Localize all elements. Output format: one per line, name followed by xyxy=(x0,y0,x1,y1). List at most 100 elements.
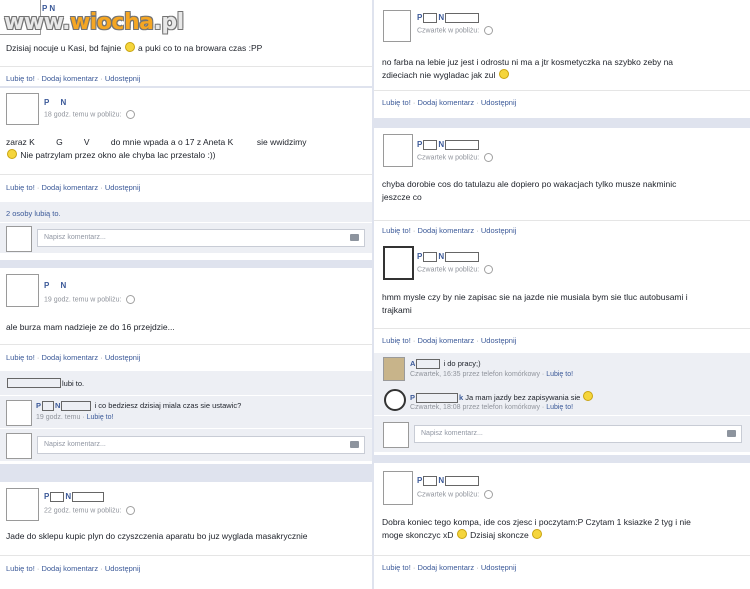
avatar[interactable] xyxy=(6,400,32,426)
globe-icon xyxy=(484,153,494,162)
post-actions: Lubię to! · Dodaj komentarz · Udostępnij xyxy=(382,336,517,345)
post-text: hmm mysle czy by nie zapisac sie na jazd… xyxy=(382,291,688,317)
post-text-line: chyba dorobie cos do tatulazu ale dopier… xyxy=(382,179,677,189)
like-link[interactable]: Lubię to! xyxy=(6,74,35,83)
comment-like-link[interactable]: Lubię to! xyxy=(87,414,114,421)
post-3: P N 19 godz. temu w pobliżu: ale burza m… xyxy=(0,268,372,464)
like-link[interactable]: Lubię to! xyxy=(382,226,411,235)
avatar[interactable] xyxy=(383,357,405,381)
watermark-logo: www.wiocha.pl xyxy=(4,10,184,35)
post-meta: 19 godz. temu w pobliżu: xyxy=(44,295,136,304)
avatar[interactable] xyxy=(383,471,413,505)
like-link[interactable]: Lubię to! xyxy=(382,336,411,345)
avatar[interactable] xyxy=(383,246,414,280)
comment-text: PN i co bedziesz dzisiaj miala czas sie … xyxy=(36,401,242,412)
avatar[interactable] xyxy=(384,389,406,411)
globe-icon xyxy=(484,26,494,35)
comment-like-link[interactable]: Lubię to! xyxy=(546,404,573,411)
globe-icon xyxy=(484,265,494,274)
smiley-icon xyxy=(7,149,17,159)
comment-meta: Czwartek, 18:08 przez telefon komórkowy … xyxy=(410,404,574,411)
comment-box: Napisz komentarz... xyxy=(0,223,372,253)
comment-meta: Czwartek, 16:35 przez telefon komórkowy … xyxy=(410,371,574,378)
share-link[interactable]: Udostępnij xyxy=(105,183,140,192)
post-r3: PN Czwartek w pobliżu: hmm mysle czy by … xyxy=(374,240,750,455)
comment-input[interactable]: Napisz komentarz... xyxy=(37,436,365,454)
post-actions: Lubię to! · Dodaj komentarz · Udostępnij xyxy=(6,564,141,573)
post-text: Jade do sklepu kupic plyn do czyszczenia… xyxy=(6,531,308,541)
like-link[interactable]: Lubię to! xyxy=(6,353,35,362)
like-link[interactable]: Lubię to! xyxy=(382,563,411,572)
comment: Pk Ja mam jazdy bez zapisywania sie Czwa… xyxy=(374,383,750,415)
post-text-line: zaraz K G V do mnie wpada a o 17 z Aneta… xyxy=(6,137,307,147)
post-text: zaraz K G V do mnie wpada a o 17 z Aneta… xyxy=(6,136,368,162)
comment-link[interactable]: Dodaj komentarz xyxy=(41,564,98,573)
author-name[interactable]: PN xyxy=(417,13,480,23)
comment-input[interactable]: Napisz komentarz... xyxy=(37,229,365,247)
camera-icon[interactable] xyxy=(350,441,359,448)
smiley-icon xyxy=(124,42,135,52)
comment-box: Napisz komentarz... xyxy=(0,429,372,461)
comment-link[interactable]: Dodaj komentarz xyxy=(417,336,474,345)
likes-count-link[interactable]: 2 osoby lubią to. xyxy=(6,209,61,218)
author-name[interactable]: PN xyxy=(44,492,105,502)
like-link[interactable]: Lubię to! xyxy=(6,183,35,192)
comment-link[interactable]: Dodaj komentarz xyxy=(41,74,98,83)
avatar[interactable] xyxy=(383,10,411,42)
author-name[interactable]: PN xyxy=(417,252,480,262)
right-screenshot-column: PN Czwartek w pobliżu: no farba na lebie… xyxy=(374,0,750,589)
post-meta: 22 godz. temu w pobliżu: xyxy=(44,506,136,515)
likes-text: lubi to. xyxy=(62,379,85,388)
comment-text: A i do pracy;) xyxy=(410,359,481,370)
avatar[interactable] xyxy=(6,488,39,521)
post-text: Dobra koniec tego kompa, ide cos zjesc i… xyxy=(382,516,691,542)
comment-link[interactable]: Dodaj komentarz xyxy=(41,183,98,192)
comment: A i do pracy;) Czwartek, 16:35 przez tel… xyxy=(374,353,750,383)
post-actions: Lubię to! · Dodaj komentarz · Udostępnij xyxy=(382,563,517,572)
comment-link[interactable]: Dodaj komentarz xyxy=(41,353,98,362)
post-actions: Lubię to! · Dodaj komentarz · Udostępnij xyxy=(6,74,140,83)
author-name[interactable]: P N xyxy=(44,281,66,290)
comment-meta: 19 godz. temu · Lubię to! xyxy=(36,414,114,421)
avatar[interactable] xyxy=(6,93,39,125)
comment-link[interactable]: Dodaj komentarz xyxy=(417,98,474,107)
like-link[interactable]: Lubię to! xyxy=(382,98,411,107)
like-link[interactable]: Lubię to! xyxy=(6,564,35,573)
smiley-icon xyxy=(532,529,543,539)
post-2: P N 18 godz. temu w pobliżu: zaraz K G V… xyxy=(0,88,372,260)
post-text-part: Dzisiaj nocuje u Kasi, bd fajnie xyxy=(6,43,122,53)
smiley-icon xyxy=(456,529,467,539)
share-link[interactable]: Udostępnij xyxy=(481,98,516,107)
comment-link[interactable]: Dodaj komentarz xyxy=(417,226,474,235)
share-link[interactable]: Udostępnij xyxy=(105,74,140,83)
comment-link[interactable]: Dodaj komentarz xyxy=(417,563,474,572)
post-text-line: trajkami xyxy=(382,305,412,315)
comment-like-link[interactable]: Lubię to! xyxy=(546,371,573,378)
avatar[interactable] xyxy=(383,134,413,167)
avatar[interactable] xyxy=(6,274,39,307)
camera-icon[interactable] xyxy=(727,430,736,437)
share-link[interactable]: Udostępnij xyxy=(481,336,516,345)
post-text: chyba dorobie cos do tatulazu ale dopier… xyxy=(382,178,676,204)
left-screenshot-column: P N Dzisiaj nocuje u Kasi, bd fajnie a p… xyxy=(0,0,372,589)
share-link[interactable]: Udostępnij xyxy=(105,564,140,573)
post-text-line: Dobra koniec tego kompa, ide cos zjesc i… xyxy=(382,517,691,527)
post-meta: 18 godz. temu w pobliżu: xyxy=(44,110,136,119)
share-link[interactable]: Udostępnij xyxy=(105,353,140,362)
post-text-line: hmm mysle czy by nie zapisac sie na jazd… xyxy=(382,292,688,302)
comment-input[interactable]: Napisz komentarz... xyxy=(414,425,742,443)
post-text-line: no farba na lebie juz jest i odrostu ni … xyxy=(382,57,674,67)
post-text-line: moge skonczyc xD xyxy=(382,530,454,540)
author-name[interactable]: P N xyxy=(44,98,66,107)
avatar xyxy=(6,226,32,252)
share-link[interactable]: Udostępnij xyxy=(481,226,516,235)
author-name[interactable]: PN xyxy=(417,140,480,150)
post-text: no farba na lebie juz jest i odrostu ni … xyxy=(382,56,673,82)
author-name[interactable]: PN xyxy=(417,476,480,486)
likes-row: lubi to. xyxy=(0,371,372,395)
share-link[interactable]: Udostępnij xyxy=(481,563,516,572)
post-r4: PN Czwartek w pobliżu: Dobra koniec tego… xyxy=(374,463,750,589)
camera-icon[interactable] xyxy=(350,234,359,241)
post-text: Dzisiaj nocuje u Kasi, bd fajnie a puki … xyxy=(6,42,262,55)
post-actions: Lubię to! · Dodaj komentarz · Udostępnij xyxy=(6,183,141,192)
